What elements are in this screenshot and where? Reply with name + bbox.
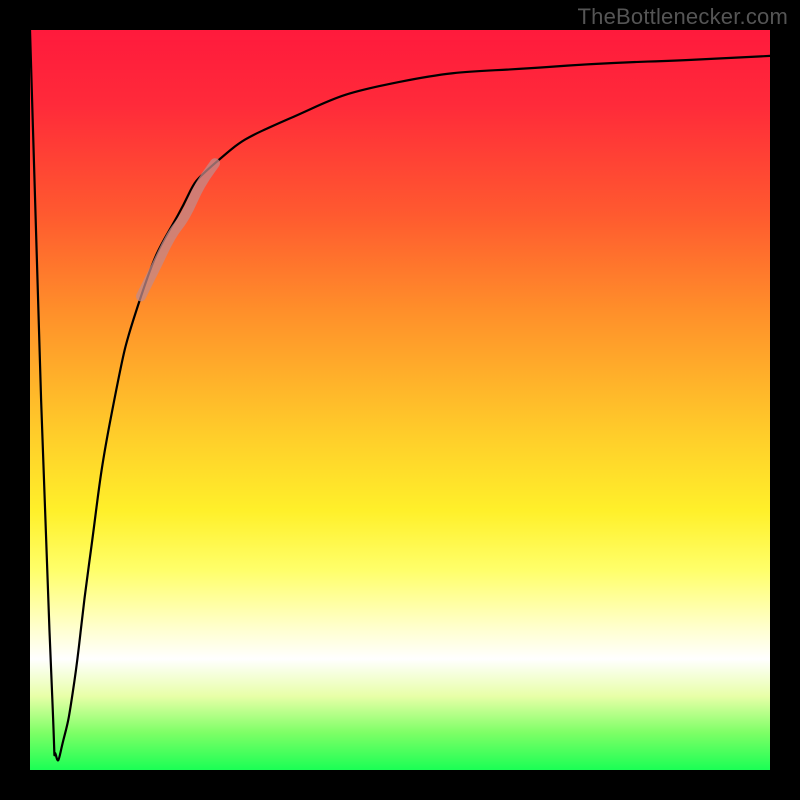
chart-frame: TheBottlenecker.com bbox=[0, 0, 800, 800]
plot-area bbox=[30, 30, 770, 770]
watermark-text: TheBottlenecker.com bbox=[578, 4, 788, 30]
bottleneck-curve bbox=[30, 30, 770, 760]
curve-svg bbox=[30, 30, 770, 770]
curve-highlight-segment bbox=[141, 163, 215, 296]
